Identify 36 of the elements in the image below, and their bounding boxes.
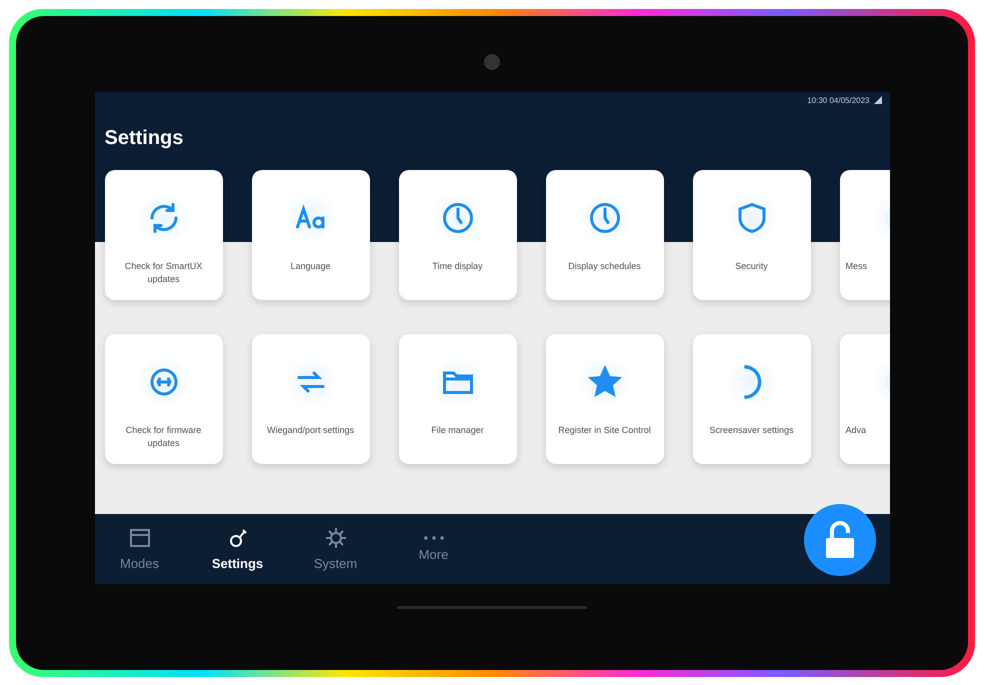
tile-label: Adva — [844, 424, 866, 436]
camera-dot — [484, 54, 500, 70]
settings-tile[interactable]: Mess — [840, 170, 890, 300]
settings-tile[interactable]: Adva — [840, 334, 890, 464]
settings-tile[interactable]: Screensaver settings — [692, 334, 810, 464]
gear-icon — [324, 526, 348, 550]
settings-tile[interactable]: Register in Site Control — [546, 334, 664, 464]
status-text: 10:30 04/05/2023 — [807, 96, 870, 104]
settings-tile[interactable]: Check for firmware updates — [104, 334, 222, 464]
nav-tab[interactable]: System — [304, 526, 366, 571]
tile-label: File manager — [430, 424, 485, 437]
settings-tile[interactable]: Wiegand/port settings — [252, 334, 370, 464]
tile-label: Security — [734, 260, 769, 273]
window-icon — [128, 526, 152, 550]
tile-label: Language — [289, 260, 332, 273]
more-icon — [422, 535, 444, 541]
tile-label: Register in Site Control — [557, 424, 652, 437]
signal-icon — [874, 96, 882, 104]
page-title: Settings — [104, 126, 184, 150]
settings-tile[interactable]: Security — [692, 170, 810, 300]
tile-label: Check for firmware updates — [124, 424, 202, 450]
tile-label: Check for SmartUX updates — [124, 260, 204, 286]
settings-tile[interactable]: File manager — [398, 334, 516, 464]
tile-label: Mess — [844, 260, 868, 272]
nav-tab[interactable]: Settings — [206, 526, 268, 571]
tile-label: Time display — [431, 260, 484, 273]
tile-label: Screensaver settings — [708, 424, 795, 437]
nav-tab[interactable]: More — [402, 535, 464, 562]
tile-label: Wiegand/port settings — [266, 424, 356, 437]
settings-tile[interactable]: Display schedules — [546, 170, 664, 300]
tile-label: Display schedules — [567, 260, 642, 273]
settings-tile[interactable]: Check for SmartUX updates — [104, 170, 222, 300]
settings-tile[interactable]: Time display — [398, 170, 516, 300]
nav-tab[interactable]: Modes — [108, 526, 170, 571]
star-icon — [586, 364, 622, 400]
settings-tile[interactable]: Language — [252, 170, 370, 300]
